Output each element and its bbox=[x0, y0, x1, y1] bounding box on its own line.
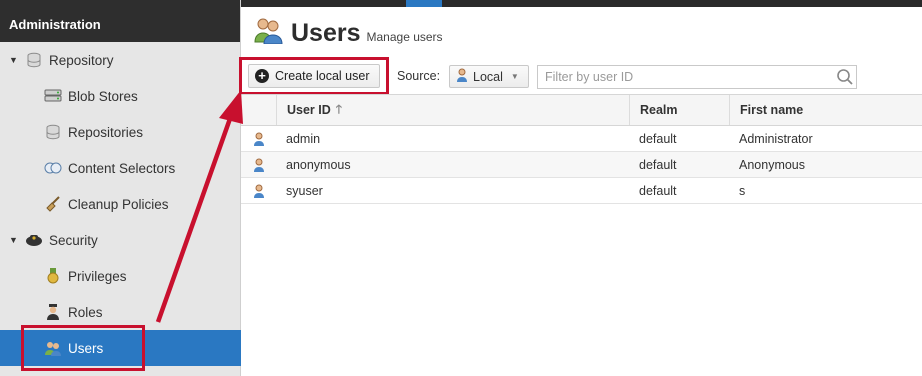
page-title: Users bbox=[291, 19, 361, 47]
table-row[interactable]: syuser default s bbox=[241, 178, 922, 204]
police-badge-icon bbox=[25, 231, 43, 249]
database-icon bbox=[25, 51, 43, 69]
column-header-first-name[interactable]: First name bbox=[729, 95, 922, 125]
users-icon bbox=[253, 16, 283, 47]
cell-realm: default bbox=[639, 183, 677, 198]
sidebar-item-blob-stores[interactable]: Blob Stores bbox=[0, 78, 241, 114]
column-header-realm[interactable]: Realm bbox=[629, 95, 729, 125]
database-icon bbox=[44, 123, 62, 141]
cell-user-id: anonymous bbox=[286, 157, 351, 172]
source-value: Local bbox=[473, 69, 503, 84]
user-icon bbox=[241, 178, 276, 203]
source-select[interactable]: Local ▼ bbox=[449, 65, 529, 88]
sidebar-item-cleanup-policies[interactable]: Cleanup Policies bbox=[0, 186, 241, 222]
sidebar-item-label: Privileges bbox=[68, 268, 127, 284]
cell-realm: default bbox=[639, 131, 677, 146]
sidebar-header: Administration bbox=[0, 0, 240, 42]
sidebar-item-label: Content Selectors bbox=[68, 160, 176, 176]
column-header-user-id[interactable]: User ID 🡑 bbox=[276, 95, 629, 125]
icon-column-header bbox=[241, 95, 276, 125]
cell-first-name: Anonymous bbox=[739, 157, 806, 172]
sidebar-item-label: Repositories bbox=[68, 124, 144, 140]
source-label: Source: bbox=[397, 69, 441, 83]
cell-realm: default bbox=[639, 157, 677, 172]
search-icon[interactable] bbox=[836, 68, 854, 86]
grid-header: User ID 🡑 Realm First name bbox=[241, 94, 922, 126]
user-icon bbox=[241, 152, 276, 177]
sidebar-item-label: Security bbox=[49, 232, 98, 248]
highlight-box-users-item bbox=[21, 325, 145, 371]
sidebar-item-security[interactable]: ▼ Security bbox=[0, 222, 241, 258]
sidebar-item-privileges[interactable]: Privileges bbox=[0, 258, 241, 294]
selector-icon bbox=[44, 159, 62, 177]
cell-first-name: s bbox=[739, 183, 746, 198]
active-tab-indicator bbox=[406, 0, 442, 7]
cell-user-id: admin bbox=[286, 131, 321, 146]
chevron-down-icon: ▼ bbox=[510, 72, 519, 81]
server-icon bbox=[44, 87, 62, 105]
sidebar-item-content-selectors[interactable]: Content Selectors bbox=[0, 150, 241, 186]
sidebar-item-repositories[interactable]: Repositories bbox=[0, 114, 241, 150]
filter-input[interactable] bbox=[537, 65, 857, 89]
user-icon bbox=[241, 126, 276, 151]
cell-user-id: syuser bbox=[286, 183, 323, 198]
caret-down-icon[interactable]: ▼ bbox=[9, 55, 19, 65]
sidebar-item-label: Repository bbox=[49, 52, 114, 68]
sort-ascending-icon: 🡑 bbox=[335, 101, 343, 116]
sidebar-item-repository[interactable]: ▼ Repository bbox=[0, 42, 241, 78]
sidebar-item-label: Blob Stores bbox=[68, 88, 138, 104]
table-row[interactable]: anonymous default Anonymous bbox=[241, 152, 922, 178]
admin-sidebar: Administration ▼ Repository Blob Stores … bbox=[0, 0, 241, 376]
caret-down-icon[interactable]: ▼ bbox=[9, 235, 19, 245]
sidebar-item-label: Roles bbox=[68, 304, 103, 320]
table-row[interactable]: admin default Administrator bbox=[241, 126, 922, 152]
users-grid: User ID 🡑 Realm First name admin default… bbox=[241, 94, 922, 204]
user-icon bbox=[456, 68, 468, 85]
role-icon bbox=[44, 303, 62, 321]
top-header-bar bbox=[241, 0, 922, 7]
cell-first-name: Administrator bbox=[739, 131, 813, 146]
page-subtitle: Manage users bbox=[366, 30, 443, 44]
highlight-box-create-button bbox=[239, 57, 389, 95]
sidebar-item-label: Cleanup Policies bbox=[68, 196, 169, 212]
medal-icon bbox=[44, 267, 62, 285]
broom-icon bbox=[44, 195, 62, 213]
page-header: Users Manage users bbox=[253, 16, 443, 47]
